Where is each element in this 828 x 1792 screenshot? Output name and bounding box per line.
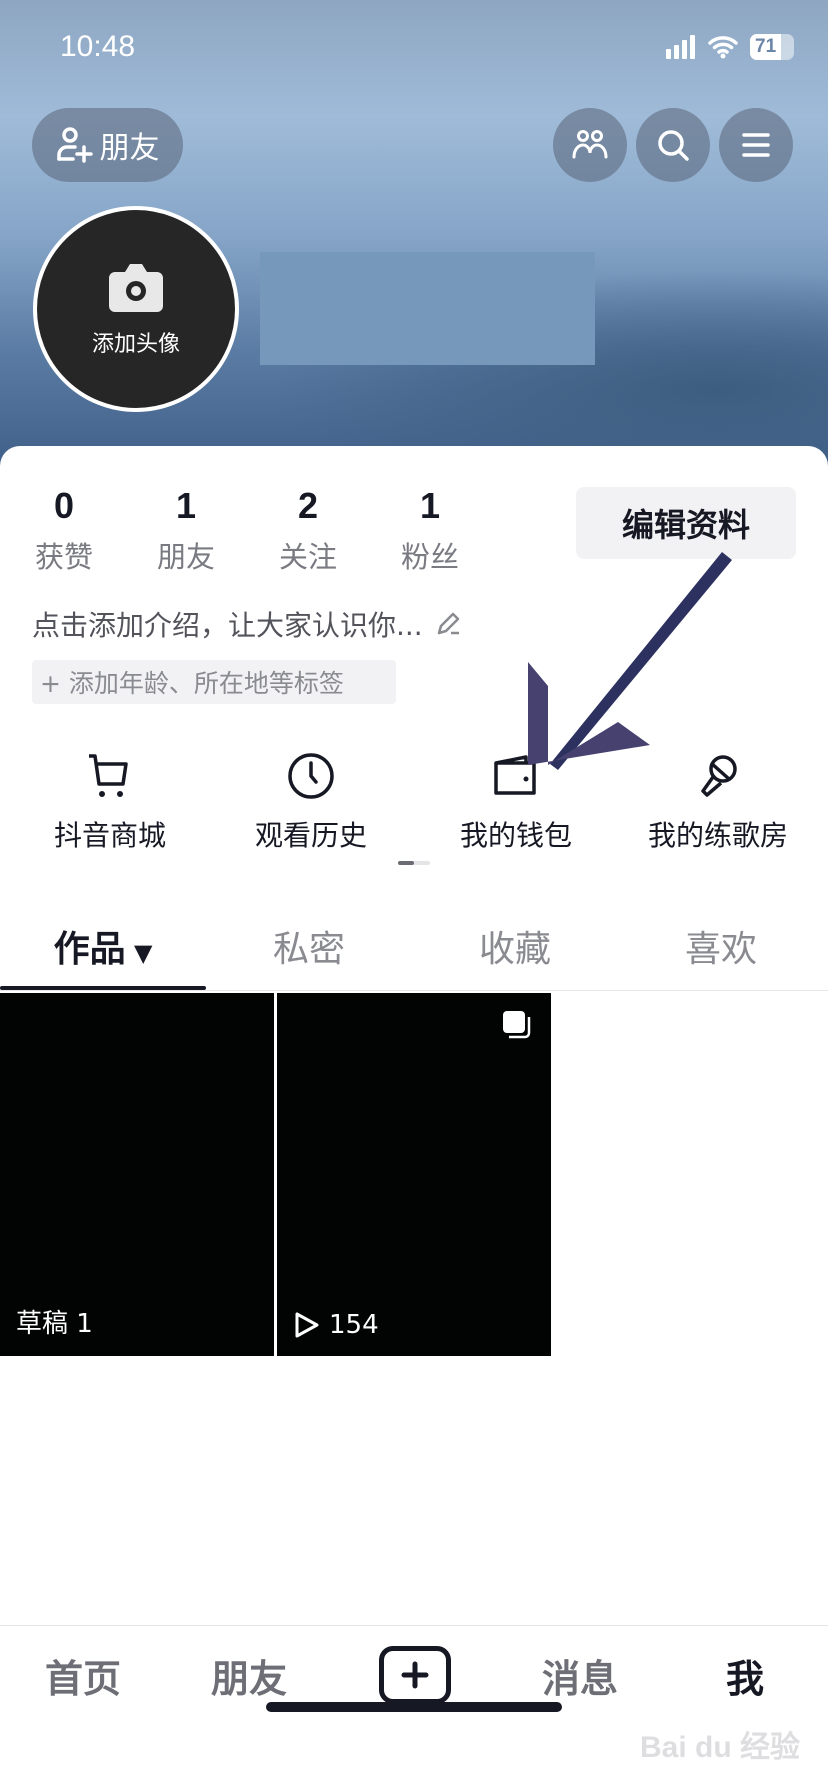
- battery-level: 71: [755, 36, 777, 57]
- tab-likes[interactable]: 喜欢: [618, 920, 824, 972]
- wallet-icon: [494, 755, 536, 795]
- stat-likes[interactable]: 0 获赞: [19, 486, 109, 576]
- wifi-icon: [708, 36, 738, 59]
- bottom-nav-divider: [0, 1625, 828, 1626]
- clock-icon: [288, 753, 334, 799]
- stat-value: 1: [175, 485, 197, 526]
- stat-value: 0: [53, 485, 75, 526]
- add-avatar-button[interactable]: 添加头像: [33, 206, 239, 412]
- draft-tile[interactable]: 草稿 1: [0, 993, 274, 1356]
- add-friend-label: 朋友: [99, 131, 160, 166]
- nav-friends[interactable]: 朋友: [166, 1648, 332, 1703]
- shortcut-mall[interactable]: 抖音商城: [10, 748, 210, 854]
- multi-image-icon: [503, 1011, 531, 1039]
- play-icon: [295, 1312, 319, 1338]
- microphone-icon: [701, 755, 737, 797]
- stat-friends[interactable]: 1 朋友: [141, 486, 231, 576]
- draft-caption: 草稿 1: [16, 1309, 93, 1339]
- tab-private[interactable]: 私密: [206, 920, 412, 972]
- battery-indicator: 71: [750, 34, 794, 60]
- stat-label: 粉丝: [400, 540, 459, 574]
- friends-button[interactable]: [553, 108, 627, 182]
- video-tile[interactable]: 154: [277, 993, 551, 1356]
- status-time: 10:48: [60, 30, 136, 63]
- add-avatar-label: 添加头像: [91, 332, 180, 357]
- signal-icon: [666, 35, 695, 59]
- play-count: 154: [329, 1310, 379, 1340]
- add-tags-button[interactable]: + 添加年龄、所在地等标签: [32, 660, 396, 704]
- edit-profile-button[interactable]: 编辑资料: [576, 487, 796, 559]
- tab-divider: [0, 990, 828, 991]
- stat-label: 关注: [278, 540, 337, 574]
- shortcut-label: 我的钱包: [459, 819, 572, 852]
- menu-button[interactable]: [719, 108, 793, 182]
- camera-icon: [109, 264, 163, 312]
- friends-icon: [572, 130, 608, 159]
- stat-label: 获赞: [34, 540, 93, 574]
- stat-following[interactable]: 2 关注: [263, 486, 353, 576]
- add-friend-button[interactable]: 朋友: [32, 108, 183, 182]
- stat-value: 1: [419, 485, 441, 526]
- stat-followers[interactable]: 1 粉丝: [385, 486, 475, 576]
- menu-icon: [742, 133, 770, 157]
- shortcut-page-indicator: [398, 861, 430, 865]
- status-icons: 71: [666, 34, 794, 60]
- create-button[interactable]: [379, 1646, 451, 1704]
- bio-field[interactable]: 点击添加介绍，让大家认识你...: [32, 604, 463, 644]
- plus-icon: [401, 1661, 429, 1689]
- stat-label: 朋友: [156, 540, 215, 574]
- cart-icon: [89, 754, 128, 797]
- search-icon: [658, 130, 689, 161]
- add-user-icon: [56, 127, 93, 163]
- stat-value: 2: [297, 485, 319, 526]
- shortcut-label: 我的练歌房: [647, 819, 788, 852]
- shortcut-wallet[interactable]: 我的钱包: [416, 748, 616, 854]
- watermark-logo: Bai du 经验: [640, 1731, 801, 1764]
- nav-me[interactable]: 我: [662, 1648, 828, 1703]
- tab-label: 作品: [53, 929, 126, 970]
- shortcut-label: 抖音商城: [53, 819, 166, 852]
- nav-home[interactable]: 首页: [0, 1648, 166, 1703]
- dropdown-triangle-icon: ▼: [125, 939, 153, 967]
- home-indicator: [266, 1702, 562, 1712]
- redacted-username: [260, 252, 595, 365]
- shortcut-karaoke[interactable]: 我的练歌房: [618, 748, 818, 854]
- pencil-icon: [437, 612, 459, 635]
- shortcut-label: 观看历史: [254, 819, 367, 852]
- tab-favorites[interactable]: 收藏: [412, 920, 618, 972]
- tab-works[interactable]: 作品 ▼: [0, 920, 206, 972]
- bio-text: 点击添加介绍，让大家认识你...: [32, 609, 423, 642]
- nav-messages[interactable]: 消息: [497, 1648, 663, 1703]
- shortcut-history[interactable]: 观看历史: [211, 748, 411, 854]
- search-button[interactable]: [636, 108, 710, 182]
